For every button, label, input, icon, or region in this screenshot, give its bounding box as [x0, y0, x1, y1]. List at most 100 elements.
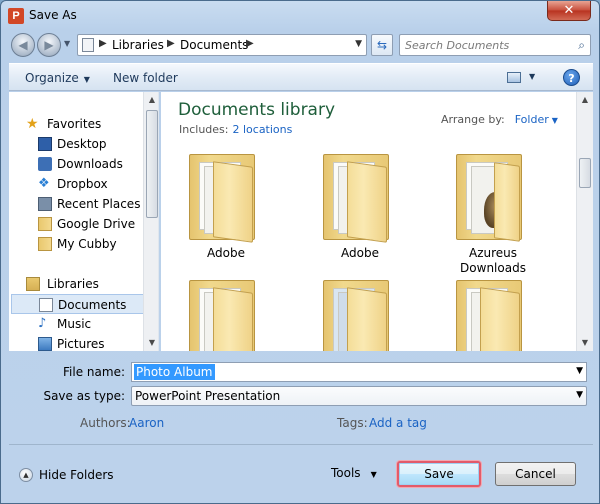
sidebar-item-dropbox[interactable]: ❖ Dropbox — [9, 174, 143, 194]
file-name-label: File name: — [63, 365, 125, 379]
folder-icon — [323, 154, 389, 243]
sidebar-item-label: Dropbox — [57, 177, 108, 191]
new-folder-button[interactable]: New folder — [113, 71, 178, 85]
recent-places-icon — [38, 197, 52, 211]
file-list-pane: Documents library Includes: 2 locations A… — [161, 92, 593, 351]
chevron-down-icon[interactable]: ▼ — [552, 116, 558, 125]
file-name-value[interactable]: Photo Album — [134, 364, 215, 380]
content-scrollbar[interactable]: ▲ ▼ — [576, 92, 593, 351]
sidebar-item-label: Google Drive — [57, 217, 136, 231]
tools-label: Tools — [331, 466, 361, 480]
breadcrumb-separator[interactable]: ▶ — [246, 38, 254, 49]
address-dropdown-icon[interactable]: ▼ — [355, 39, 362, 49]
save-as-type-select[interactable]: PowerPoint Presentation ▼ — [131, 386, 587, 406]
tags-label: Tags: — [337, 416, 368, 430]
arrange-by: Arrange by: Folder ▼ — [441, 113, 558, 126]
search-icon[interactable]: ⌕ — [578, 38, 585, 53]
breadcrumb-libraries[interactable]: Libraries — [112, 38, 164, 52]
file-name-field[interactable]: Photo Album ▼ — [131, 362, 587, 382]
address-bar[interactable]: ▶ Libraries ▶ Documents ▶ ▼ — [77, 34, 367, 56]
scroll-up-icon[interactable]: ▲ — [144, 92, 158, 108]
powerpoint-icon: P — [8, 8, 24, 24]
save-as-dialog: P Save As ✕ ◀ ▶ ▼ ▶ Libraries ▶ Document… — [0, 0, 600, 504]
sidebar-item-favorites[interactable]: ★ Favorites — [9, 114, 143, 134]
authors-label: Authors: — [80, 416, 131, 430]
locations-link[interactable]: 2 locations — [232, 123, 292, 136]
folder-item[interactable]: Adobe — [305, 154, 415, 274]
dropbox-icon: ❖ — [38, 176, 50, 191]
help-icon[interactable]: ? — [563, 69, 580, 86]
forward-button[interactable]: ▶ — [37, 33, 61, 57]
sidebar-item-label: Downloads — [57, 157, 123, 171]
recent-pages-dropdown[interactable]: ▼ — [64, 39, 70, 48]
cancel-button[interactable]: Cancel — [495, 462, 576, 486]
title-bar: P Save As ✕ — [1, 1, 599, 31]
folder-item[interactable] — [171, 280, 281, 351]
save-as-type-label: Save as type: — [43, 389, 125, 403]
refresh-button[interactable]: ⇆ — [371, 34, 393, 56]
chevron-down-icon: ▼ — [83, 75, 90, 84]
chevron-down-icon[interactable]: ▼ — [576, 390, 583, 400]
libraries-icon — [26, 277, 40, 291]
folder-icon — [323, 280, 389, 351]
sidebar-item-desktop[interactable]: Desktop — [9, 134, 143, 154]
folder-name: Azureus Downloads — [460, 246, 526, 275]
folder-item[interactable]: Adobe — [171, 154, 281, 274]
sidebar-item-music[interactable]: ♪ Music — [9, 314, 143, 334]
includes-label: Includes: — [179, 123, 229, 136]
folder-icon — [456, 280, 522, 351]
sidebar-scrollbar[interactable]: ▲ ▼ — [143, 92, 158, 351]
desktop-icon — [38, 137, 52, 151]
chevron-down-icon: ▼ — [370, 470, 377, 479]
folder-icon — [189, 280, 255, 351]
pictures-icon — [38, 337, 52, 351]
organize-menu[interactable]: Organize ▼ — [25, 71, 90, 85]
divider — [9, 444, 593, 445]
sidebar-item-recent-places[interactable]: Recent Places — [9, 194, 143, 214]
sidebar-scroll-thumb[interactable] — [146, 110, 158, 218]
sidebar-item-pictures[interactable]: Pictures — [9, 334, 143, 351]
search-box[interactable]: ⌕ — [399, 34, 591, 56]
save-as-type-value: PowerPoint Presentation — [135, 389, 281, 403]
sidebar-item-libraries[interactable]: Libraries — [9, 274, 143, 294]
save-button[interactable]: Save — [397, 461, 481, 487]
sidebar-item-my-cubby[interactable]: My Cubby — [9, 234, 143, 254]
back-button[interactable]: ◀ — [11, 33, 35, 57]
content-scroll-thumb[interactable] — [579, 158, 591, 188]
authors-field[interactable]: Aaron — [129, 416, 164, 430]
folder-name: Adobe — [207, 246, 245, 260]
organize-label: Organize — [25, 71, 79, 85]
tools-menu[interactable]: Tools ▼ — [331, 466, 377, 480]
sidebar-item-downloads[interactable]: Downloads — [9, 154, 143, 174]
hide-folders-label: Hide Folders — [39, 468, 114, 482]
breadcrumb-separator[interactable]: ▶ — [99, 38, 107, 49]
arrange-by-dropdown[interactable]: Folder — [515, 113, 549, 126]
close-button[interactable]: ✕ — [547, 1, 591, 21]
scroll-up-icon[interactable]: ▲ — [577, 92, 593, 108]
star-icon: ★ — [26, 116, 39, 132]
sidebar-item-documents[interactable]: Documents — [11, 294, 145, 314]
sidebar-item-label: Recent Places — [57, 197, 141, 211]
folder-item[interactable] — [438, 280, 548, 351]
folder-name: Adobe — [341, 246, 379, 260]
sidebar-item-label: Music — [57, 317, 92, 331]
google-drive-folder-icon — [38, 217, 52, 231]
breadcrumb-separator[interactable]: ▶ — [167, 38, 175, 49]
folder-item[interactable] — [305, 280, 415, 351]
breadcrumb-documents[interactable]: Documents — [180, 38, 248, 52]
folder-item[interactable]: Azureus Downloads — [438, 154, 548, 275]
downloads-icon — [38, 157, 52, 171]
arrange-label: Arrange by: — [441, 113, 505, 126]
sidebar-item-label: Pictures — [57, 337, 105, 351]
change-view-icon[interactable] — [507, 72, 521, 83]
search-input[interactable] — [405, 37, 565, 53]
view-options-chevron-icon[interactable]: ▼ — [529, 72, 535, 81]
folder-icon — [189, 154, 255, 243]
library-icon — [82, 38, 94, 52]
scroll-down-icon[interactable]: ▼ — [144, 335, 158, 351]
scroll-down-icon[interactable]: ▼ — [577, 335, 593, 351]
tags-field[interactable]: Add a tag — [369, 416, 427, 430]
my-cubby-folder-icon — [38, 237, 52, 251]
sidebar-item-google-drive[interactable]: Google Drive — [9, 214, 143, 234]
chevron-down-icon[interactable]: ▼ — [576, 366, 583, 376]
